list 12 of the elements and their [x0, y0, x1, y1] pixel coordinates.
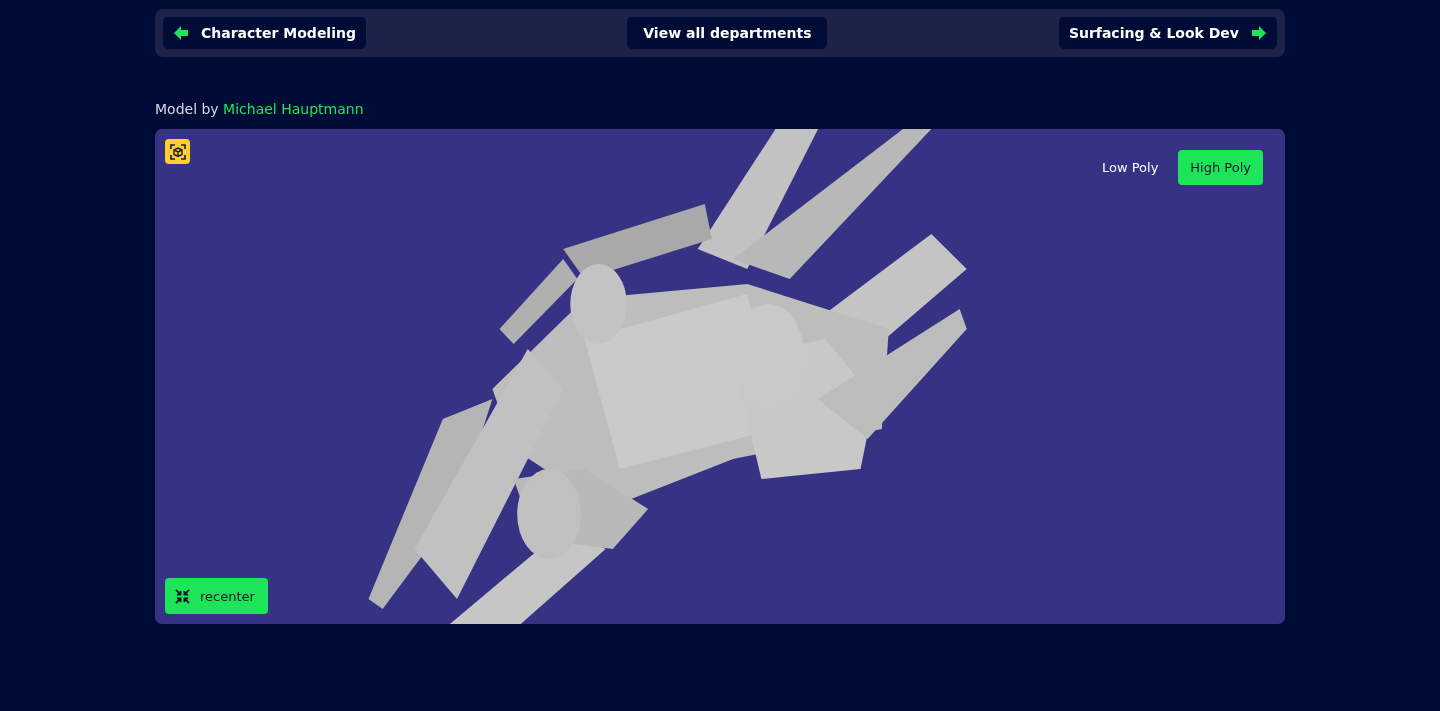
all-departments-button[interactable]: View all departments	[627, 17, 828, 49]
next-department-button[interactable]: Surfacing & Look Dev	[1058, 17, 1277, 49]
poly-mode-toggle[interactable]: High Poly	[1178, 150, 1263, 185]
previous-department-button[interactable]: Character Modeling	[163, 17, 366, 49]
left-arrow-icon	[173, 25, 189, 41]
recenter-button[interactable]: recenter	[165, 578, 268, 614]
model-credit: Model by Michael Hauptmann	[155, 101, 365, 117]
collapse-arrows-icon	[175, 588, 190, 604]
poly-mode-toggle[interactable]: Low Poly	[1089, 150, 1171, 185]
author-link[interactable]: Michael Hauptmann	[223, 101, 364, 117]
augmented-reality-icon[interactable]	[165, 139, 190, 164]
right-arrow-icon	[1251, 25, 1267, 41]
